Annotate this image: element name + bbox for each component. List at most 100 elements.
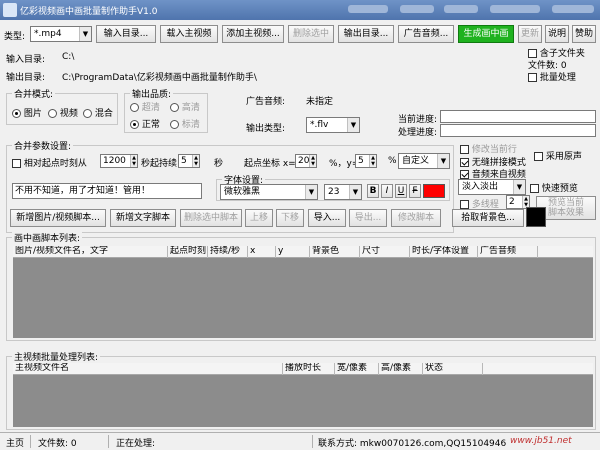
- italic-button[interactable]: I: [381, 184, 393, 198]
- radio-high[interactable]: [170, 103, 179, 112]
- audio-from-video-checkbox[interactable]: [460, 170, 469, 179]
- radio-image[interactable]: [12, 109, 21, 118]
- column-header[interactable]: 尺寸: [360, 246, 410, 258]
- column-header[interactable]: 起点时刻: [168, 246, 208, 258]
- pip-list-title: 画中画脚本列表:: [12, 231, 83, 244]
- new-text-script-button[interactable]: 新增文字脚本: [110, 209, 176, 227]
- export-button[interactable]: 导出...: [349, 209, 387, 227]
- y-spinner[interactable]: 5 ▲ ▼: [355, 154, 377, 168]
- merge-mode-title: 合并模式:: [12, 87, 56, 100]
- column-header[interactable]: x: [248, 246, 276, 258]
- home-link[interactable]: 主页: [6, 436, 24, 449]
- input-dir-button[interactable]: 输入目录...: [96, 25, 156, 43]
- script-text-input[interactable]: 不用不知道，用了才知道！管用！: [12, 183, 202, 199]
- merge-mode-video[interactable]: 视频: [48, 106, 78, 119]
- title-bar-right: [340, 2, 600, 18]
- radio-normal[interactable]: [130, 120, 139, 129]
- app-icon: [3, 3, 17, 17]
- output-type-value: *.flv: [310, 120, 329, 130]
- help-button[interactable]: 说明: [545, 25, 569, 43]
- radio-standard[interactable]: [170, 120, 179, 129]
- new-media-script-button[interactable]: 新增图片/视频脚本...: [10, 209, 106, 227]
- column-header[interactable]: y: [276, 246, 310, 258]
- relative-start-option[interactable]: 相对起点时刻从: [12, 156, 87, 169]
- pick-bg-color-button[interactable]: 拾取背景色...: [452, 209, 524, 227]
- output-type-select[interactable]: *.flv ▼: [306, 117, 360, 133]
- spin-arrows-icon[interactable]: ▲ ▼: [192, 155, 199, 167]
- quick-preview-option[interactable]: 快速预览: [530, 181, 578, 194]
- column-header[interactable]: 背景色: [310, 246, 360, 258]
- generate-pip-button[interactable]: 生成画中画: [458, 25, 514, 43]
- position-preset-select[interactable]: 自定义 ▼: [398, 153, 450, 169]
- spin-arrows-icon[interactable]: ▲ ▼: [130, 155, 137, 167]
- bg-color-swatch[interactable]: [526, 207, 546, 227]
- type-label: 类型:: [4, 32, 26, 42]
- column-header[interactable]: 广告音频: [478, 246, 538, 258]
- merge-mode-image[interactable]: 图片: [12, 106, 42, 119]
- input-dir-label: 输入目录:: [6, 55, 46, 65]
- batch-processing-checkbox[interactable]: [528, 73, 537, 82]
- multithread-checkbox[interactable]: [460, 200, 469, 209]
- update-button[interactable]: 更新: [518, 25, 542, 43]
- underline-button[interactable]: U: [395, 184, 407, 198]
- move-down-button[interactable]: 下移: [276, 209, 304, 227]
- import-button[interactable]: 导入...: [308, 209, 346, 227]
- column-header[interactable]: 状态: [423, 363, 483, 375]
- use-original-audio-checkbox[interactable]: [534, 152, 543, 161]
- column-header[interactable]: 高/像素: [379, 363, 423, 375]
- batch-processing-option[interactable]: 批量处理: [528, 70, 576, 83]
- ad-audio-value: 未指定: [306, 97, 334, 107]
- modify-script-button[interactable]: 修改脚本: [391, 209, 441, 227]
- merge-mode-mixed[interactable]: 混合: [83, 106, 113, 119]
- bold-button[interactable]: B: [367, 184, 379, 198]
- seconds-label: 秒: [214, 159, 224, 169]
- delete-selected-button[interactable]: 删除选中: [288, 25, 334, 43]
- column-header[interactable]: 时长/字体设置: [410, 246, 478, 258]
- relative-start-checkbox[interactable]: [12, 159, 21, 168]
- x-spinner[interactable]: 20 ▲ ▼: [295, 154, 317, 168]
- pip-table-header: 图片/视频文件名，文字 起点时刻 持续/秒 x y 背景色 尺寸 时长/字体设置…: [13, 246, 593, 258]
- column-header[interactable]: 持续/秒: [208, 246, 248, 258]
- column-header[interactable]: 播放时长: [283, 363, 335, 375]
- spin-arrows-icon[interactable]: ▲ ▼: [369, 155, 376, 167]
- delete-selected-script-button[interactable]: 删除选中脚本: [180, 209, 242, 227]
- spin-arrows-icon[interactable]: ▲ ▼: [309, 155, 316, 167]
- include-subfolders-checkbox[interactable]: [528, 49, 537, 58]
- chevron-down-icon: ▼: [437, 154, 449, 168]
- output-dir-button[interactable]: 输出目录...: [338, 25, 394, 43]
- sponsor-button[interactable]: 赞助: [572, 25, 596, 43]
- merge-params-title: 合并参数设置:: [12, 139, 74, 152]
- column-header[interactable]: 宽/像素: [335, 363, 379, 375]
- quality-high[interactable]: 高清: [170, 100, 200, 113]
- load-main-video-button[interactable]: 载入主视频: [160, 25, 218, 43]
- duration-spinner[interactable]: 5 ▲ ▼: [178, 154, 200, 168]
- pip-script-table[interactable]: 图片/视频文件名，文字 起点时刻 持续/秒 x y 背景色 尺寸 时长/字体设置…: [13, 246, 593, 338]
- batch-video-table[interactable]: 主视频文件名 播放时长 宽/像素 高/像素 状态: [13, 363, 593, 427]
- column-header[interactable]: 图片/视频文件名，文字: [13, 246, 168, 258]
- quick-preview-checkbox[interactable]: [530, 184, 539, 193]
- font-size-select[interactable]: 23 ▼: [324, 184, 362, 200]
- font-family-select[interactable]: 微软雅黑 ▼: [220, 184, 318, 200]
- quality-standard[interactable]: 标清: [170, 117, 200, 130]
- quality-normal[interactable]: 正常: [130, 117, 160, 130]
- add-main-video-button[interactable]: 添加主视频...: [222, 25, 284, 43]
- fade-select[interactable]: 淡入淡出 ▼: [458, 179, 526, 195]
- modify-current-row-option[interactable]: 修改当前行: [460, 142, 517, 155]
- move-up-button[interactable]: 上移: [245, 209, 273, 227]
- column-header[interactable]: 主视频文件名: [13, 363, 283, 375]
- duration-label: 秒起持续: [141, 159, 178, 169]
- font-color-swatch[interactable]: [423, 184, 445, 198]
- status-processing: 正在处理:: [116, 439, 156, 449]
- radio-mixed[interactable]: [83, 109, 92, 118]
- process-progress-bar: [440, 124, 596, 137]
- strikethrough-button[interactable]: F: [409, 184, 421, 198]
- ad-audio-button[interactable]: 广告音频...: [398, 25, 454, 43]
- type-select[interactable]: *.mp4 ▼: [30, 26, 92, 42]
- start-time-spinner[interactable]: 1200 ▲ ▼: [100, 154, 138, 168]
- radio-video[interactable]: [48, 109, 57, 118]
- modify-current-row-checkbox[interactable]: [460, 145, 469, 154]
- seamless-mode-checkbox[interactable]: [460, 158, 469, 167]
- radio-ultra[interactable]: [130, 103, 139, 112]
- use-original-audio-option[interactable]: 采用原声: [534, 149, 582, 162]
- quality-ultra[interactable]: 超清: [130, 100, 160, 113]
